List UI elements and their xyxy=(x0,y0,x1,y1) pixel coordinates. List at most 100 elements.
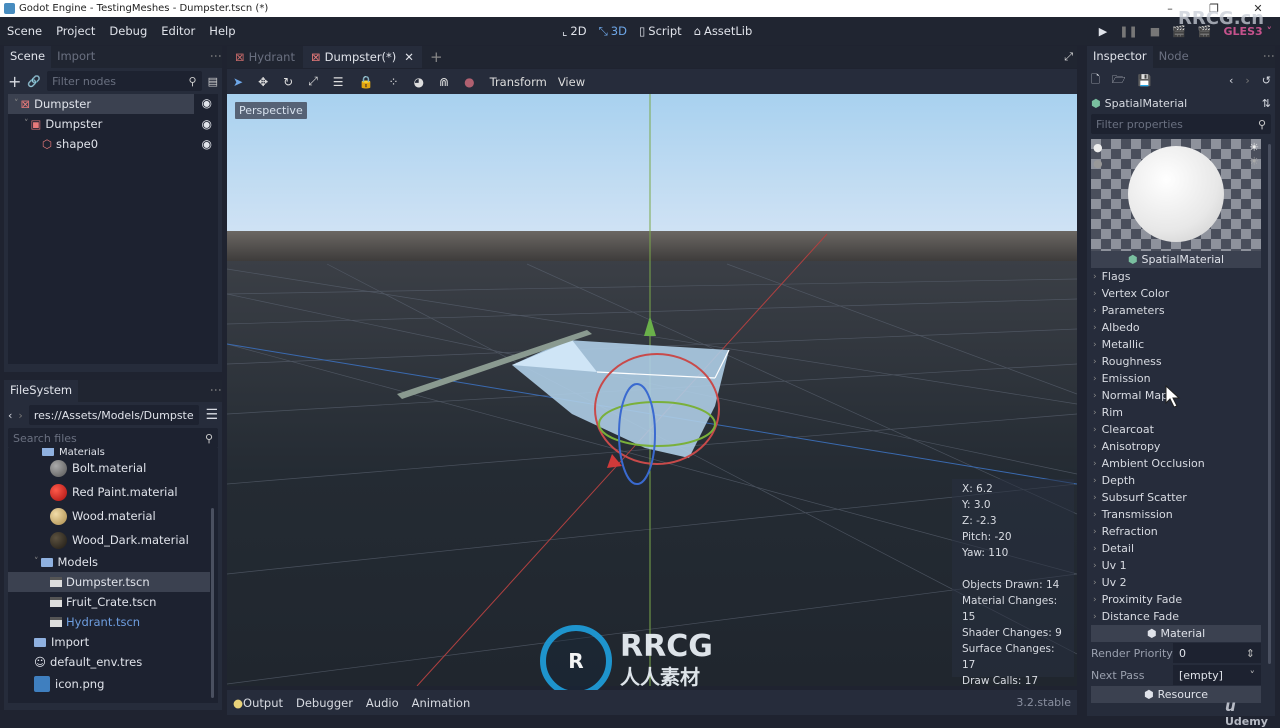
menu-view[interactable]: View xyxy=(558,75,585,89)
next-pass-picker[interactable]: [empty] ˅ xyxy=(1173,665,1261,685)
resource-type-label[interactable]: SpatialMaterial xyxy=(1105,97,1256,110)
menu-project[interactable]: Project xyxy=(49,24,102,38)
perspective-menu[interactable]: Perspective xyxy=(235,102,307,119)
inspector-section-uv-2[interactable]: › Uv 2 xyxy=(1087,574,1261,591)
back-icon[interactable]: ‹ xyxy=(8,409,12,422)
menu-help[interactable]: Help xyxy=(202,24,242,38)
tab-audio[interactable]: Audio xyxy=(366,696,399,710)
inspector-section-uv-1[interactable]: › Uv 1 xyxy=(1087,557,1261,574)
light-1-toggle-icon[interactable]: ● xyxy=(1093,141,1103,154)
play-icon[interactable]: ▶ xyxy=(1099,25,1107,38)
main-screen-assetlib[interactable]: ⌂ AssetLib xyxy=(694,24,753,38)
lock-icon[interactable]: 🔒 xyxy=(359,75,374,89)
local-space-icon[interactable]: ◕ xyxy=(414,75,424,89)
history-forward-icon[interactable]: › xyxy=(1245,74,1249,87)
stop-icon[interactable]: ■ xyxy=(1150,25,1160,38)
menu-transform[interactable]: Transform xyxy=(490,75,547,89)
tab-inspector[interactable]: Inspector xyxy=(1087,46,1153,68)
dock-menu-icon[interactable]: ⋮ xyxy=(209,50,223,62)
menu-scene[interactable]: Scene xyxy=(0,24,49,38)
search-files-input[interactable]: Search files ⚲ xyxy=(8,428,218,448)
inspector-section-subsurf-scatter[interactable]: › Subsurf Scatter xyxy=(1087,489,1261,506)
tab-animation[interactable]: Animation xyxy=(412,696,471,710)
file-item[interactable]: Wood_Dark.material xyxy=(8,528,218,552)
new-tab-icon[interactable]: + xyxy=(430,48,443,66)
inspector-section-detail[interactable]: › Detail xyxy=(1087,540,1261,557)
dock-menu-icon[interactable]: ⋮ xyxy=(209,384,223,396)
instance-scene-icon[interactable]: 🔗 xyxy=(27,75,41,88)
file-item[interactable]: Fruit_Crate.tscn xyxy=(8,592,218,612)
visibility-eye-icon[interactable]: ◉ xyxy=(202,96,212,110)
scrollbar[interactable] xyxy=(211,508,214,698)
scale-icon[interactable]: ⤢ xyxy=(308,74,318,89)
tree-node-root[interactable]: ˅ ⊠ Dumpster xyxy=(8,94,194,114)
tree-node-mesh[interactable]: ˅ ▣ Dumpster ◉ xyxy=(8,114,218,134)
main-screen-script[interactable]: ▯ Script xyxy=(639,24,682,38)
inspector-scrollbar[interactable] xyxy=(1268,144,1271,664)
folder-models[interactable]: ˅ Models xyxy=(8,552,218,572)
object-history-icon[interactable]: ↺ xyxy=(1262,74,1271,87)
inspector-section-distance-fade[interactable]: › Distance Fade xyxy=(1087,608,1261,625)
snap-icon[interactable]: ⋒ xyxy=(439,75,449,89)
file-item[interactable]: Hydrant.tscn xyxy=(8,612,218,632)
inspector-section-metallic[interactable]: › Metallic xyxy=(1087,336,1261,353)
inspector-section-ambient-occlusion[interactable]: › Ambient Occlusion xyxy=(1087,455,1261,472)
folder-import[interactable]: Import xyxy=(8,632,218,652)
chevron-down-icon[interactable]: ˅ xyxy=(24,119,29,129)
tab-filesystem[interactable]: FileSystem xyxy=(4,380,79,402)
chevron-down-icon[interactable]: ˅ xyxy=(1250,669,1256,682)
camera-override-icon[interactable]: ● xyxy=(464,75,474,89)
close-tab-icon[interactable]: ✕ xyxy=(404,50,414,64)
inspector-section-refraction[interactable]: › Refraction xyxy=(1087,523,1261,540)
menu-editor[interactable]: Editor xyxy=(154,24,202,38)
inspector-section-anisotropy[interactable]: › Anisotropy xyxy=(1087,438,1261,455)
inspector-section-parameters[interactable]: › Parameters xyxy=(1087,302,1261,319)
render-priority-spinbox[interactable]: 0 ⇕ xyxy=(1173,643,1261,663)
move-icon[interactable]: ✥ xyxy=(258,75,268,89)
menu-debug[interactable]: Debug xyxy=(102,24,154,38)
inspector-section-transmission[interactable]: › Transmission xyxy=(1087,506,1261,523)
inspector-section-albedo[interactable]: › Albedo xyxy=(1087,319,1261,336)
chevron-down-icon[interactable]: ˅ xyxy=(14,99,19,109)
tab-dumpster[interactable]: ⊠ Dumpster(*) ✕ xyxy=(302,46,422,68)
file-item[interactable]: icon.png xyxy=(8,672,218,696)
file-item[interactable]: Red Paint.material xyxy=(8,480,218,504)
visibility-eye-icon[interactable]: ◉ xyxy=(202,117,212,131)
filter-properties-input[interactable]: Filter properties ⚲ xyxy=(1091,114,1271,134)
inspector-section-flags[interactable]: › Flags xyxy=(1087,268,1261,285)
folder-materials[interactable]: Materials xyxy=(8,448,218,456)
pause-icon[interactable]: ❚❚ xyxy=(1119,25,1137,38)
chevron-down-icon[interactable]: ˅ xyxy=(34,557,39,567)
tab-scene[interactable]: Scene xyxy=(4,46,52,68)
tab-output[interactable]: ●Output xyxy=(233,696,283,710)
rotate-icon[interactable]: ↻ xyxy=(283,75,293,89)
select-icon[interactable]: ➤ xyxy=(233,75,243,89)
save-resource-icon[interactable]: 💾 xyxy=(1138,74,1152,87)
inspector-section-roughness[interactable]: › Roughness xyxy=(1087,353,1261,370)
list-select-icon[interactable]: ☰ xyxy=(333,75,344,89)
open-resource-icon[interactable]: 🗁 xyxy=(1112,71,1126,90)
property-tools-icon[interactable]: ⇅ xyxy=(1262,97,1271,110)
history-back-icon[interactable]: ‹ xyxy=(1229,74,1233,87)
forward-icon[interactable]: › xyxy=(18,409,22,422)
file-item[interactable]: ☺ default_env.tres xyxy=(8,652,218,672)
inspector-section-clearcoat[interactable]: › Clearcoat xyxy=(1087,421,1261,438)
file-item[interactable]: Wood.material xyxy=(8,504,218,528)
file-item-selected[interactable]: Dumpster.tscn xyxy=(8,572,210,592)
distraction-free-icon[interactable]: ⤢ xyxy=(1064,50,1073,64)
visibility-eye-icon[interactable]: ◉ xyxy=(202,137,212,151)
light-2-toggle-icon[interactable]: ● xyxy=(1093,157,1103,170)
file-item[interactable]: Bolt.material xyxy=(8,456,218,480)
group-icon[interactable]: ⁘ xyxy=(389,75,399,89)
split-mode-icon[interactable]: ☰ xyxy=(205,407,218,423)
sphere-preview-icon[interactable]: ☀ xyxy=(1249,141,1259,154)
dock-menu-icon[interactable]: ⋮ xyxy=(1262,50,1276,62)
tab-debugger[interactable]: Debugger xyxy=(296,696,353,710)
path-input[interactable]: res://Assets/Models/Dumpste xyxy=(28,405,200,425)
inspector-section-vertex-color[interactable]: › Vertex Color xyxy=(1087,285,1261,302)
inspector-section-proximity-fade[interactable]: › Proximity Fade xyxy=(1087,591,1261,608)
main-screen-2d[interactable]: ⌞ 2D xyxy=(562,24,587,38)
tab-import[interactable]: Import xyxy=(51,46,102,68)
new-resource-icon[interactable]: 🗋 xyxy=(1091,71,1100,90)
tab-hydrant[interactable]: ⊠ Hydrant xyxy=(227,46,303,68)
